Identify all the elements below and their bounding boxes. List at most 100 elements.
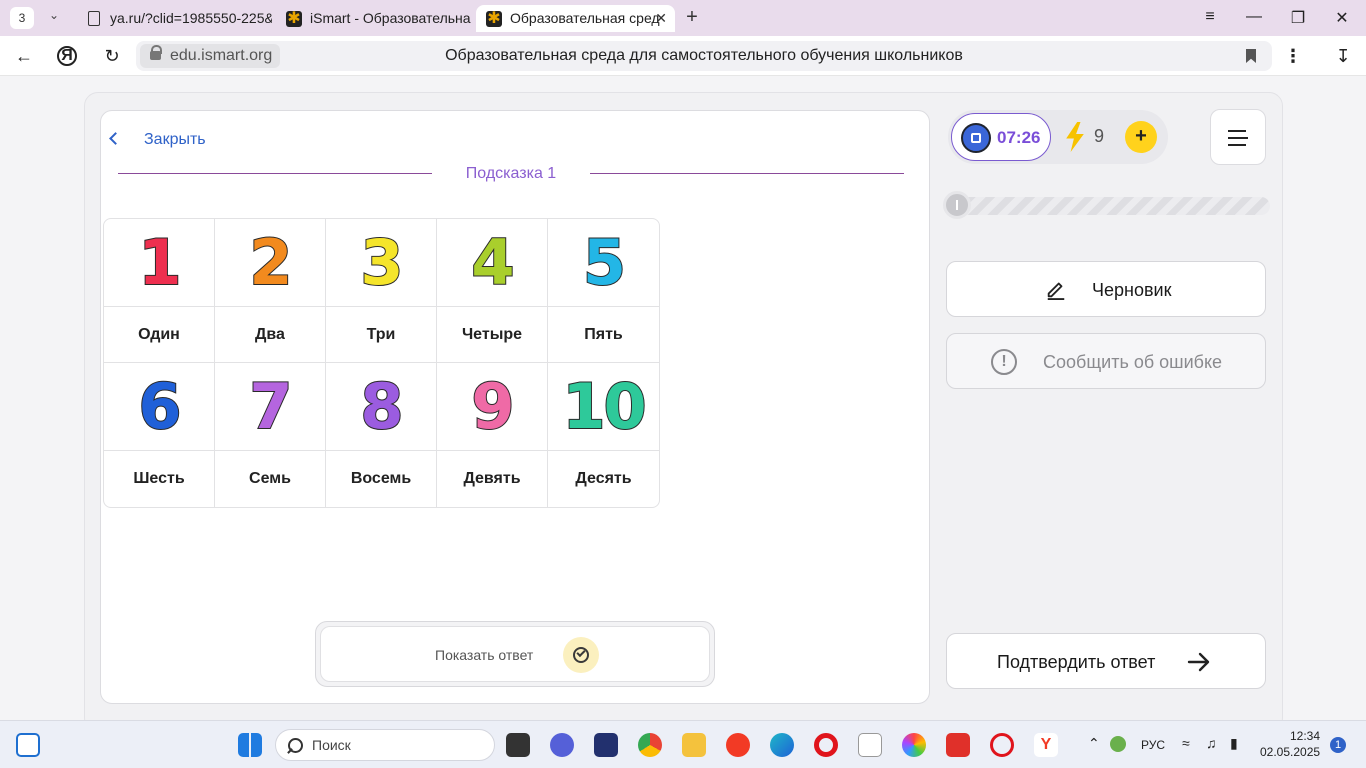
confirm-answer-label: Подтвердить ответ xyxy=(997,652,1156,672)
restore-icon[interactable]: ❐ xyxy=(1288,8,1308,28)
digit-1: 1 xyxy=(137,225,182,299)
wifi-icon[interactable]: ≈ xyxy=(1182,735,1190,751)
chevron-left-icon xyxy=(109,132,122,145)
hint-title: Подсказка 1 xyxy=(465,165,557,182)
windows-start-icon[interactable] xyxy=(238,733,262,757)
word-3: Три xyxy=(326,307,437,363)
file-explorer-icon[interactable] xyxy=(682,733,706,757)
language-indicator[interactable]: РУС xyxy=(1141,738,1165,752)
ismart-favicon-icon: ✱ xyxy=(286,10,302,27)
show-answer-container: Показать ответ xyxy=(315,621,715,687)
word-6: Шесть xyxy=(104,451,215,507)
digit-cell: 3 xyxy=(326,219,437,307)
battery-icon[interactable]: ▮ xyxy=(1230,735,1238,752)
opera-icon[interactable] xyxy=(814,733,838,757)
energy-count: 9 xyxy=(1094,126,1105,146)
opera-gx-icon[interactable] xyxy=(990,733,1014,757)
timer-value: 07:26 xyxy=(997,128,1041,147)
menu-line xyxy=(1228,130,1246,132)
volume-icon[interactable]: ♫ xyxy=(1206,735,1217,751)
menu-line xyxy=(1228,144,1246,146)
tab-title: ya.ru/?clid=1985550-225& xyxy=(110,10,272,26)
digit-cell: 10 xyxy=(548,363,659,451)
digit-7: 7 xyxy=(248,369,293,443)
draft-button[interactable]: Черновик xyxy=(946,261,1266,317)
tray-app-icon[interactable] xyxy=(1110,736,1126,752)
notification-badge[interactable]: 1 xyxy=(1330,737,1346,753)
url-field[interactable]: edu.ismart.org Образовательная среда для… xyxy=(136,41,1272,71)
close-tab-icon[interactable]: ✕ xyxy=(655,5,667,32)
digit-cell: 7 xyxy=(215,363,326,451)
stats-pill: 07:26 9 + xyxy=(948,110,1168,164)
show-answer-button[interactable]: Показать ответ xyxy=(320,626,710,682)
edge-icon[interactable] xyxy=(770,733,794,757)
digit-5: 5 xyxy=(582,225,627,299)
digit-4: 4 xyxy=(470,225,515,299)
task-menu-button[interactable] xyxy=(1210,109,1266,165)
document-icon[interactable] xyxy=(858,733,882,757)
close-link[interactable]: Закрыть xyxy=(109,131,206,149)
confirm-answer-button[interactable]: Подтвердить ответ xyxy=(946,633,1266,689)
yandex-logo-icon[interactable]: Я xyxy=(57,46,77,66)
pencil-icon xyxy=(1047,282,1065,300)
chrome-icon[interactable] xyxy=(638,733,662,757)
tab-active[interactable]: ✱ Образовательная сред ✕ xyxy=(476,5,675,32)
task-view-icon[interactable] xyxy=(506,733,530,757)
wps-office-icon[interactable] xyxy=(946,733,970,757)
reload-icon[interactable]: ↻ xyxy=(101,45,123,67)
yandex-icon[interactable]: Y xyxy=(1034,733,1058,757)
stop-icon[interactable] xyxy=(961,123,991,153)
digit-9: 9 xyxy=(470,369,515,443)
minimize-icon[interactable]: — xyxy=(1244,8,1264,26)
tray-chevron-icon[interactable]: ⌃ xyxy=(1088,735,1100,752)
timer[interactable]: 07:26 xyxy=(951,113,1051,161)
draft-label: Черновик xyxy=(1092,280,1172,300)
exclamation-icon: ! xyxy=(991,349,1017,375)
tab-ismart[interactable]: ✱ iSmart - Образовательна xyxy=(276,5,472,32)
photos-icon[interactable] xyxy=(902,733,926,757)
tabs-menu-chevron-icon[interactable]: ⌄ xyxy=(40,8,68,28)
digit-8: 8 xyxy=(359,369,404,443)
digit-cell: 4 xyxy=(437,219,548,307)
digit-10: 10 xyxy=(561,369,647,443)
chat-icon[interactable] xyxy=(550,733,574,757)
window-close-icon[interactable]: ✕ xyxy=(1332,8,1352,28)
progress-knob xyxy=(943,191,971,219)
word-8: Восемь xyxy=(326,451,437,507)
digit-cell: 1 xyxy=(104,219,215,307)
words-row-2: Шесть Семь Восемь Девять Десять xyxy=(104,451,659,507)
tab-yandex[interactable]: ya.ru/?clid=1985550-225& xyxy=(76,5,272,32)
task-progress-bar xyxy=(943,191,1270,219)
report-error-button[interactable]: ! Сообщить об ошибке xyxy=(946,333,1266,389)
browser-tab-bar: 3 ⌄ ya.ru/?clid=1985550-225& ✱ iSmart - … xyxy=(0,0,1366,36)
lightning-icon xyxy=(1066,122,1084,152)
new-tab-button[interactable]: + xyxy=(681,7,703,29)
browser-menu-icon[interactable]: ≡ xyxy=(1200,8,1220,26)
task-card: Закрыть Подсказка 1 1 2 3 4 5 Один Два Т… xyxy=(100,110,930,704)
address-bar: ← Я ↻ edu.ismart.org Образовательная сре… xyxy=(0,36,1366,76)
hint-divider-right xyxy=(590,173,904,174)
digit-cell: 8 xyxy=(326,363,437,451)
download-icon[interactable]: ↧ xyxy=(1332,45,1354,67)
close-label: Закрыть xyxy=(144,131,206,148)
digits-row-2: 6 7 8 9 10 xyxy=(104,363,659,451)
taskbar-search-input[interactable]: Поиск xyxy=(275,729,495,761)
hint-divider-left xyxy=(118,173,432,174)
add-energy-button[interactable]: + xyxy=(1125,121,1157,153)
back-arrow-icon[interactable]: ← xyxy=(13,45,35,67)
save-app-icon[interactable] xyxy=(594,733,618,757)
arrow-right-icon xyxy=(1187,652,1210,672)
widgets-icon[interactable] xyxy=(16,733,40,757)
clock-time[interactable]: 12:34 xyxy=(1290,729,1320,743)
more-options-icon[interactable]: ⋮ xyxy=(1282,45,1304,67)
digit-cell: 9 xyxy=(437,363,548,451)
page-title: Образовательная среда для самостоятельно… xyxy=(445,47,963,64)
word-9: Девять xyxy=(437,451,548,507)
report-error-label: Сообщить об ошибке xyxy=(1043,352,1223,372)
show-answer-label: Показать ответ xyxy=(435,647,534,663)
tab-title: iSmart - Образовательна xyxy=(310,10,471,26)
tab-count-badge[interactable]: 3 xyxy=(10,7,34,29)
word-1: Один xyxy=(104,307,215,363)
yandex-browser-icon[interactable] xyxy=(726,733,750,757)
clock-date[interactable]: 02.05.2025 xyxy=(1260,745,1320,759)
